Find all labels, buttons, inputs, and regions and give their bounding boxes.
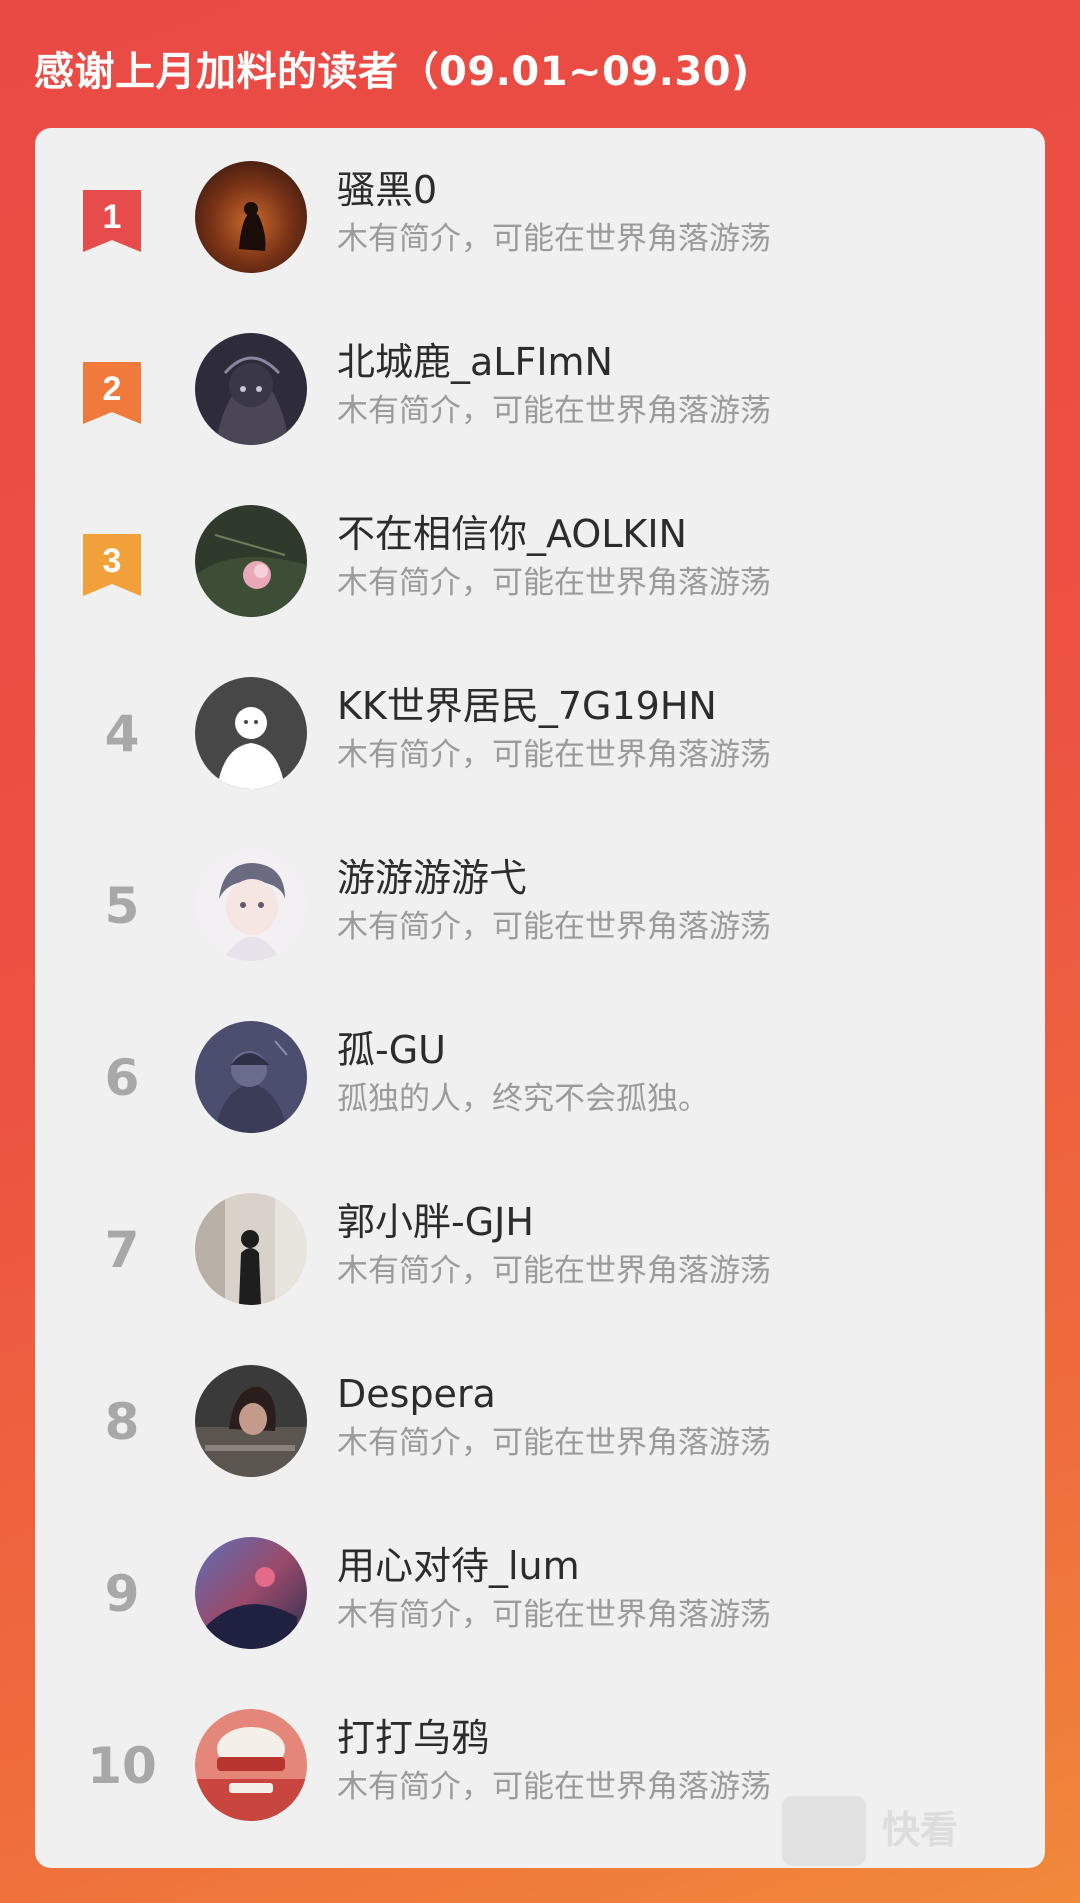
rank-number: 5 <box>104 877 140 935</box>
reader-row-1[interactable]: 1 骚黑0 木有简介，可能在世界角落游荡 <box>35 128 1045 300</box>
reader-bio: 木有简介，可能在世界角落游荡 <box>337 737 771 773</box>
reader-row-2[interactable]: 2 北城鹿_aLFImN 木有简介，可能在世界角落游荡 <box>35 300 1045 472</box>
reader-bio: 木有简介，可能在世界角落游荡 <box>337 1425 771 1461</box>
rank-badge-1: 1 <box>83 190 141 252</box>
rank-badge-number: 1 <box>103 198 122 236</box>
reader-bio: 木有简介，可能在世界角落游荡 <box>337 1253 771 1289</box>
rank-number: 10 <box>87 1737 157 1795</box>
reader-list-card: 1 骚黑0 木有简介，可能在世界角落游荡 2 北城鹿_aLFImN 木有简介，可… <box>35 128 1045 1868</box>
avatar[interactable] <box>195 677 307 789</box>
reader-row-4[interactable]: 4 KK世界居民_7G19HN 木有简介，可能在世界角落游荡 <box>35 644 1045 816</box>
rank-number: 4 <box>104 705 140 763</box>
reader-name[interactable]: 不在相信你_AOLKIN <box>337 510 687 558</box>
rank-number: 7 <box>104 1221 140 1279</box>
kuaikan-logo-icon <box>782 1796 866 1866</box>
rank-badge-number: 2 <box>103 370 122 408</box>
reader-name[interactable]: 用心对待_lum <box>337 1542 580 1590</box>
reader-row-5[interactable]: 5 游游游游弋 木有简介，可能在世界角落游荡 <box>35 816 1045 988</box>
reader-bio: 木有简介，可能在世界角落游荡 <box>337 393 771 429</box>
avatar[interactable] <box>195 1537 307 1649</box>
reader-row-6[interactable]: 6 孤-GU 孤独的人，终究不会孤独。 <box>35 988 1045 1160</box>
reader-name[interactable]: 郭小胖-GJH <box>337 1198 534 1246</box>
avatar[interactable] <box>195 161 307 273</box>
watermark-text: 快看 <box>882 1808 959 1852</box>
page-title: 感谢上月加料的读者（09.01~09.30) <box>34 49 750 95</box>
avatar[interactable] <box>195 333 307 445</box>
avatar[interactable] <box>195 1021 307 1133</box>
reader-bio: 孤独的人，终究不会孤独。 <box>337 1081 709 1117</box>
rank-number: 6 <box>104 1049 140 1107</box>
reader-name[interactable]: 孤-GU <box>337 1026 446 1074</box>
avatar[interactable] <box>195 1193 307 1305</box>
rank-number: 8 <box>104 1393 140 1451</box>
reader-bio: 木有简介，可能在世界角落游荡 <box>337 565 771 601</box>
kuaikan-watermark: 快看 <box>782 1792 1022 1872</box>
reader-name[interactable]: 游游游游弋 <box>337 854 527 902</box>
rank-badge-number: 3 <box>103 542 122 580</box>
reader-name[interactable]: 骚黑0 <box>337 166 437 214</box>
avatar[interactable] <box>195 1709 307 1821</box>
reader-bio: 木有简介，可能在世界角落游荡 <box>337 221 771 257</box>
reader-name[interactable]: 打打乌鸦 <box>337 1714 489 1762</box>
avatar[interactable] <box>195 1365 307 1477</box>
rank-number: 9 <box>104 1565 140 1623</box>
reader-bio: 木有简介，可能在世界角落游荡 <box>337 909 771 945</box>
reader-name[interactable]: KK世界居民_7G19HN <box>337 682 717 730</box>
avatar[interactable] <box>195 505 307 617</box>
rank-badge-3: 3 <box>83 534 141 596</box>
reader-bio: 木有简介，可能在世界角落游荡 <box>337 1769 771 1805</box>
reader-row-7[interactable]: 7 郭小胖-GJH 木有简介，可能在世界角落游荡 <box>35 1160 1045 1332</box>
reader-row-9[interactable]: 9 用心对待_lum 木有简介，可能在世界角落游荡 <box>35 1504 1045 1676</box>
reader-name[interactable]: Despera <box>337 1370 496 1418</box>
reader-name[interactable]: 北城鹿_aLFImN <box>337 338 613 386</box>
rank-badge-2: 2 <box>83 362 141 424</box>
avatar[interactable] <box>195 849 307 961</box>
reader-row-3[interactable]: 3 不在相信你_AOLKIN 木有简介，可能在世界角落游荡 <box>35 472 1045 644</box>
reader-row-8[interactable]: 8 Despera 木有简介，可能在世界角落游荡 <box>35 1332 1045 1504</box>
reader-bio: 木有简介，可能在世界角落游荡 <box>337 1597 771 1633</box>
